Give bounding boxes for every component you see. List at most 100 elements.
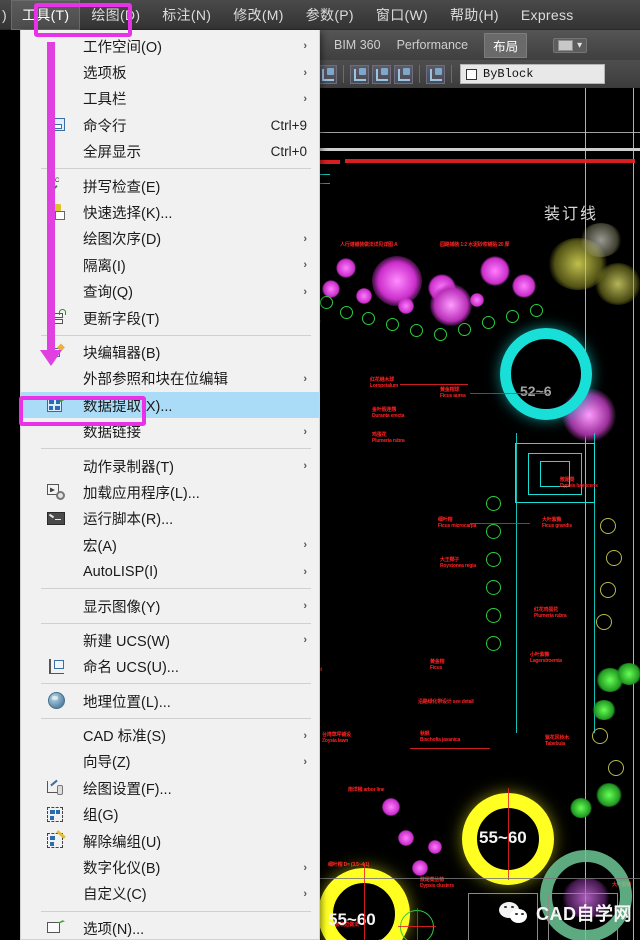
shrub-cluster — [570, 798, 592, 818]
menubar-item-help[interactable]: 帮助(H) — [439, 0, 510, 30]
menu-item-30[interactable]: 自定义(C) › — [21, 881, 319, 907]
menubar-item-tools[interactable]: 工具(T) — [10, 0, 81, 30]
menu-item-24[interactable]: CAD 标准(S) › — [21, 722, 319, 748]
shrub-circle — [482, 316, 495, 329]
color-control[interactable]: ByBlock — [460, 64, 605, 84]
menubar-item-draw[interactable]: 绘图(D) — [80, 0, 151, 30]
submenu-chevron-right-icon: › — [303, 372, 307, 385]
menu-item-4[interactable]: 全屏显示 Ctrl+0 — [21, 139, 319, 165]
shrub-circle — [596, 614, 612, 630]
menu-item-13[interactable]: 数据提取(X)... — [21, 392, 319, 419]
ucs-x-icon[interactable] — [350, 64, 369, 84]
menu-item-label: 绘图设置(F)... — [83, 781, 172, 798]
menu-item-shortcut: Ctrl+9 — [270, 117, 307, 133]
menu-item-3[interactable]: 命令行 Ctrl+9 — [21, 112, 319, 138]
menu-item-5[interactable]: ABC 拼写检查(E) — [21, 173, 319, 199]
circle-label: 52~6 — [520, 383, 552, 399]
submenu-chevron-right-icon: › — [303, 887, 307, 900]
menu-item-12[interactable]: 外部参照和块在位编辑 › — [21, 366, 319, 392]
menubar-item-parametric[interactable]: 参数(P) — [295, 0, 365, 30]
menu-separator — [41, 683, 311, 685]
shrub-circle — [486, 552, 501, 567]
ribbon-dropdown[interactable]: ▾ — [553, 37, 588, 53]
menubar-item-express[interactable]: Express — [510, 2, 585, 28]
menu-item-31[interactable]: 选项(N)... — [21, 915, 319, 939]
menu-separator — [41, 717, 311, 719]
menu-item-label: 工具栏 — [83, 92, 127, 109]
shrub-circle — [486, 608, 501, 623]
menu-item-27[interactable]: 组(G) — [21, 802, 319, 828]
menu-item-29[interactable]: 数字化仪(B) › — [21, 854, 319, 880]
ribbon-tab-bim360[interactable]: BIM 360 — [334, 38, 381, 52]
menubar-item-truncated-left[interactable]: ) — [0, 2, 11, 28]
menu-left-gutter — [0, 30, 20, 940]
menubar-item-modify[interactable]: 修改(M) — [222, 0, 295, 30]
ucs-manager-icon[interactable] — [426, 64, 445, 84]
leader-line — [470, 523, 530, 524]
compass-axis — [417, 908, 418, 940]
submenu-chevron-right-icon: › — [303, 425, 307, 438]
menu-item-7[interactable]: 绘图次序(D) › — [21, 226, 319, 252]
color-control-value: ByBlock — [483, 67, 534, 81]
tree-symbol — [356, 288, 372, 304]
shrub-circle — [486, 580, 501, 595]
menu-item-17[interactable]: 运行脚本(R)... — [21, 506, 319, 532]
ucs-icon[interactable] — [318, 64, 337, 84]
menu-item-11[interactable]: 块编辑器(B) — [21, 339, 319, 365]
menu-separator — [41, 588, 311, 590]
run-script-icon — [47, 510, 67, 528]
menu-item-26[interactable]: 绘图设置(F)... — [21, 775, 319, 801]
menu-item-19[interactable]: AutoLISP(I) › — [21, 558, 319, 584]
leader-line — [410, 748, 490, 749]
menu-item-28[interactable]: 解除编组(U) — [21, 828, 319, 854]
menu-item-label: 拼写检查(E) — [83, 179, 161, 196]
submenu-chevron-right-icon: › — [303, 755, 307, 768]
menu-item-25[interactable]: 向导(Z) › — [21, 749, 319, 775]
ucs-y-icon[interactable] — [372, 64, 391, 84]
shrub-circle — [600, 582, 616, 598]
menu-item-label: 查询(Q) — [83, 285, 133, 302]
submenu-chevron-right-icon: › — [303, 539, 307, 552]
ribbon-tab-performance[interactable]: Performance — [397, 38, 469, 52]
menu-item-16[interactable]: 加载应用程序(L)... — [21, 479, 319, 505]
named-ucs-icon — [47, 658, 67, 676]
menu-item-label: 命名 UCS(U)... — [83, 660, 179, 677]
menu-item-20[interactable]: 显示图像(Y) › — [21, 593, 319, 619]
menu-item-1[interactable]: 选项板 › — [21, 59, 319, 85]
block-editor-icon — [47, 343, 67, 361]
menu-item-label: 运行脚本(R)... — [83, 512, 174, 529]
brand-badge: CAD自学网 — [499, 900, 632, 926]
menu-item-8[interactable]: 隔离(I) › — [21, 252, 319, 278]
menu-item-label: 选项(N)... — [83, 921, 145, 938]
menu-item-15[interactable]: 动作录制器(T) › — [21, 453, 319, 479]
menubar-item-window[interactable]: 窗口(W) — [365, 0, 439, 30]
menu-item-14[interactable]: 数据链接 › — [21, 418, 319, 444]
shrub-cluster — [580, 223, 622, 257]
menu-item-9[interactable]: 查询(Q) › — [21, 279, 319, 305]
menu-item-label: 全屏显示 — [83, 145, 141, 162]
menu-item-10[interactable]: 更新字段(T) — [21, 305, 319, 331]
menu-item-22[interactable]: 命名 UCS(U)... — [21, 654, 319, 680]
shrub-cluster — [596, 783, 622, 807]
menu-separator — [41, 910, 311, 912]
menu-item-21[interactable]: 新建 UCS(W) › — [21, 627, 319, 653]
menu-item-2[interactable]: 工具栏 › — [21, 86, 319, 112]
menu-item-0[interactable]: 工作空间(O) › — [21, 33, 319, 59]
submenu-chevron-right-icon: › — [303, 92, 307, 105]
ribbon-tab-layout[interactable]: 布局 — [484, 32, 528, 58]
tree-symbol — [372, 256, 422, 306]
menu-item-label: 快速选择(K)... — [83, 206, 173, 223]
menu-separator — [41, 448, 311, 450]
shrub-cluster — [616, 663, 640, 685]
tree-symbol — [480, 256, 510, 286]
ucs-z-icon[interactable] — [394, 64, 413, 84]
menu-item-label: 工作空间(O) — [83, 39, 162, 56]
menubar-item-dimension[interactable]: 标注(N) — [151, 0, 222, 30]
menu-item-6[interactable]: 快速选择(K)... — [21, 199, 319, 225]
shrub-cluster — [595, 263, 640, 305]
menu-item-18[interactable]: 宏(A) › — [21, 532, 319, 558]
menu-item-label: 数字化仪(B) — [83, 861, 161, 878]
menu-item-23[interactable]: 地理位置(L)... — [21, 688, 319, 714]
shrub-circle — [486, 524, 501, 539]
cyan-path — [516, 433, 517, 733]
